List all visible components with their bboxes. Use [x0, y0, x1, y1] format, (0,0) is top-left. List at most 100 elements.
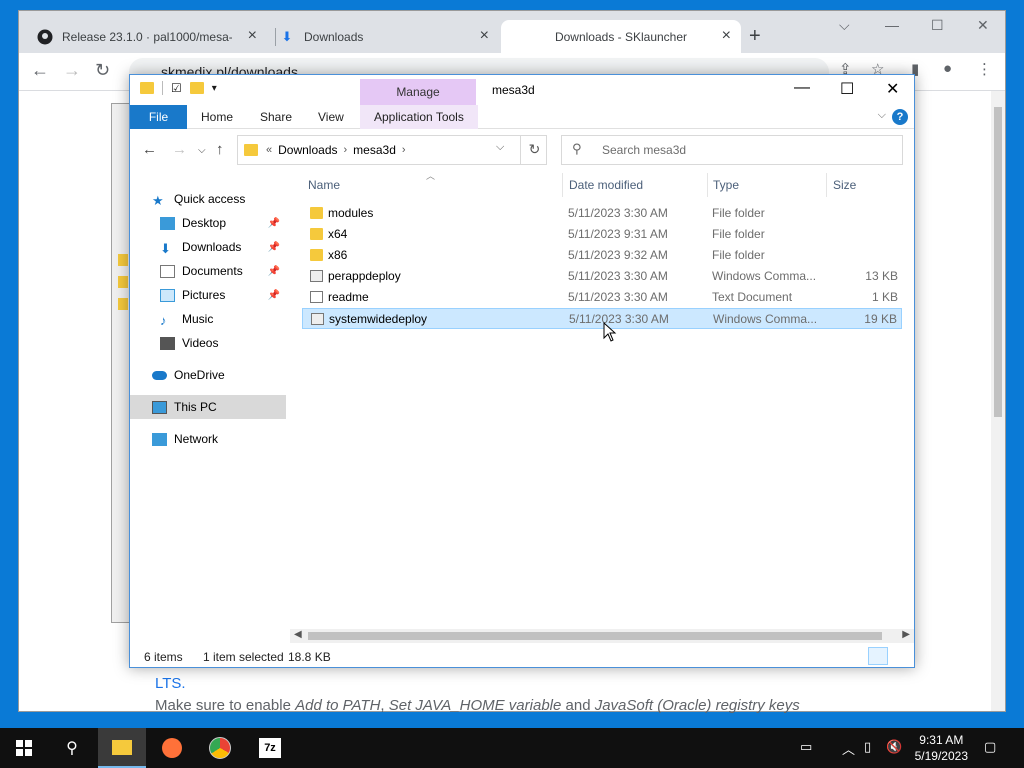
- taskbar-chrome[interactable]: [196, 728, 244, 768]
- nav-music[interactable]: ♪ Music: [160, 307, 286, 331]
- profile-icon[interactable]: ●: [943, 60, 952, 77]
- scrollbar-thumb[interactable]: [308, 632, 882, 640]
- properties-icon[interactable]: ☑: [171, 81, 182, 95]
- taskbar-7zip[interactable]: 7z: [246, 728, 294, 768]
- nav-downloads[interactable]: ⬇ Downloads 📌: [160, 235, 286, 259]
- close-tab-icon[interactable]: ×: [248, 28, 257, 44]
- close-tab-icon[interactable]: ×: [722, 28, 731, 44]
- chevron-up-icon[interactable]: ︿: [842, 739, 855, 758]
- system-clock[interactable]: 9:31 AM 5/19/2023: [915, 732, 968, 764]
- gear-file-icon: [310, 270, 323, 282]
- chevron-down-icon[interactable]: ⌵: [839, 17, 850, 34]
- new-tab-icon[interactable]: +: [749, 25, 761, 48]
- file-row[interactable]: modules 5/11/2023 3:30 AM File folder: [302, 203, 902, 224]
- minimize-icon[interactable]: —: [885, 17, 899, 33]
- tab-sklauncher[interactable]: Downloads - SKlauncher ×: [501, 20, 741, 53]
- clock-date: 5/19/2023: [914, 749, 968, 763]
- tab-downloads[interactable]: ⬇ Downloads ×: [269, 20, 499, 53]
- customize-qat-icon[interactable]: ▾: [212, 83, 217, 94]
- file-row[interactable]: x64 5/11/2023 9:31 AM File folder: [302, 224, 902, 245]
- forward-icon[interactable]: →: [63, 60, 81, 81]
- chevron-down-icon[interactable]: ⌵: [496, 141, 504, 154]
- close-icon[interactable]: ✕: [977, 17, 989, 34]
- breadcrumb-downloads[interactable]: Downloads: [278, 143, 337, 157]
- nav-desktop[interactable]: Desktop 📌: [160, 211, 286, 235]
- column-size[interactable]: Size: [833, 178, 856, 192]
- file-row[interactable]: x86 5/11/2023 9:32 AM File folder: [302, 245, 902, 266]
- pin-icon[interactable]: 📌: [268, 242, 280, 253]
- nav-quick-access[interactable]: ★ Quick access: [152, 187, 308, 211]
- tab-share[interactable]: Share: [246, 105, 306, 129]
- file-name: modules: [328, 206, 374, 220]
- close-tab-icon[interactable]: ×: [480, 28, 489, 44]
- chevron-down-icon[interactable]: ⌵: [878, 109, 886, 122]
- install-instructions: Make sure to enable Add to PATH, Set JAV…: [155, 697, 800, 714]
- column-name[interactable]: Name: [308, 178, 340, 192]
- column-type[interactable]: Type: [713, 178, 739, 192]
- nav-onedrive[interactable]: OneDrive: [152, 363, 308, 387]
- pin-icon[interactable]: 📌: [268, 266, 280, 277]
- start-button[interactable]: [0, 728, 48, 768]
- taskbar-firefox[interactable]: [148, 728, 196, 768]
- reload-icon[interactable]: ↻: [95, 60, 110, 81]
- taskbar-file-explorer[interactable]: [98, 728, 146, 768]
- details-view-icon[interactable]: [868, 647, 888, 665]
- tab-view[interactable]: View: [304, 105, 358, 129]
- recent-locations-icon[interactable]: ⌵: [198, 145, 206, 156]
- nav-network[interactable]: Network: [152, 427, 308, 451]
- maximize-icon[interactable]: ☐: [840, 79, 854, 99]
- selection-count: 1 item selected: [203, 650, 284, 664]
- nav-documents[interactable]: Documents 📌: [160, 259, 286, 283]
- back-icon[interactable]: ←: [31, 60, 49, 81]
- new-folder-icon[interactable]: [189, 82, 204, 94]
- tab-home[interactable]: Home: [187, 105, 247, 129]
- task-view-icon[interactable]: ▭: [800, 739, 812, 755]
- notifications-icon[interactable]: ▢: [984, 739, 996, 755]
- breadcrumb-mesa3d[interactable]: mesa3d: [353, 143, 396, 157]
- file-type: Text Document: [712, 290, 793, 304]
- horizontal-scrollbar[interactable]: ◀ ▶: [290, 629, 914, 643]
- maximize-icon[interactable]: ☐: [931, 17, 944, 34]
- chevron-right-icon[interactable]: ›: [402, 144, 406, 156]
- nav-this-pc[interactable]: This PC: [130, 395, 286, 419]
- tab-title: Downloads - SKlauncher: [554, 29, 688, 44]
- overflow-icon[interactable]: «: [266, 144, 272, 156]
- scrollbar-thumb[interactable]: [994, 107, 1002, 417]
- tab-application-tools[interactable]: Application Tools: [360, 105, 478, 129]
- column-divider[interactable]: [707, 173, 708, 197]
- file-row-selected[interactable]: systemwidedeploy 5/11/2023 3:30 AM Windo…: [302, 308, 902, 329]
- file-date: 5/11/2023 9:31 AM: [568, 227, 668, 241]
- navigation-pane: ★ Quick access Desktop 📌 ⬇ Downloads 📌 D…: [130, 171, 290, 641]
- network-tray-icon[interactable]: ▯: [864, 739, 871, 755]
- chevron-right-icon[interactable]: ›: [344, 144, 348, 156]
- help-icon[interactable]: ?: [892, 109, 908, 125]
- pin-icon[interactable]: 📌: [268, 218, 280, 229]
- column-date-modified[interactable]: Date modified: [569, 178, 643, 192]
- tab-github-release[interactable]: Release 23.1.0 · pal1000/mesa-d ×: [27, 20, 267, 53]
- lts-link[interactable]: LTS.: [155, 675, 186, 692]
- tab-file[interactable]: File: [130, 105, 187, 129]
- forward-icon[interactable]: →: [172, 141, 187, 158]
- minimize-icon[interactable]: —: [794, 79, 810, 97]
- nav-label: Videos: [182, 336, 219, 350]
- scroll-right-icon[interactable]: ▶: [902, 629, 910, 640]
- column-divider[interactable]: [826, 173, 827, 197]
- refresh-button[interactable]: ↻: [520, 135, 548, 165]
- close-icon[interactable]: ✕: [886, 79, 899, 99]
- nav-videos[interactable]: Videos: [160, 331, 286, 355]
- back-icon[interactable]: ←: [142, 141, 157, 158]
- manage-context-tab[interactable]: Manage: [360, 79, 476, 105]
- pin-icon[interactable]: 📌: [268, 290, 280, 301]
- page-scrollbar[interactable]: [991, 91, 1005, 711]
- file-row[interactable]: perappdeploy 5/11/2023 3:30 AM Windows C…: [302, 266, 902, 287]
- menu-icon[interactable]: ⋮: [977, 60, 992, 78]
- file-row[interactable]: readme 5/11/2023 3:30 AM Text Document 1…: [302, 287, 902, 308]
- column-divider[interactable]: [562, 173, 563, 197]
- search-input[interactable]: Search mesa3d: [561, 135, 903, 165]
- scroll-left-icon[interactable]: ◀: [294, 629, 302, 640]
- large-icons-view-icon[interactable]: [890, 647, 910, 665]
- nav-pictures[interactable]: Pictures 📌: [160, 283, 286, 307]
- up-icon[interactable]: ↑: [216, 141, 224, 158]
- search-button[interactable]: ⚲: [48, 728, 96, 768]
- volume-muted-icon[interactable]: 🔇: [886, 739, 902, 755]
